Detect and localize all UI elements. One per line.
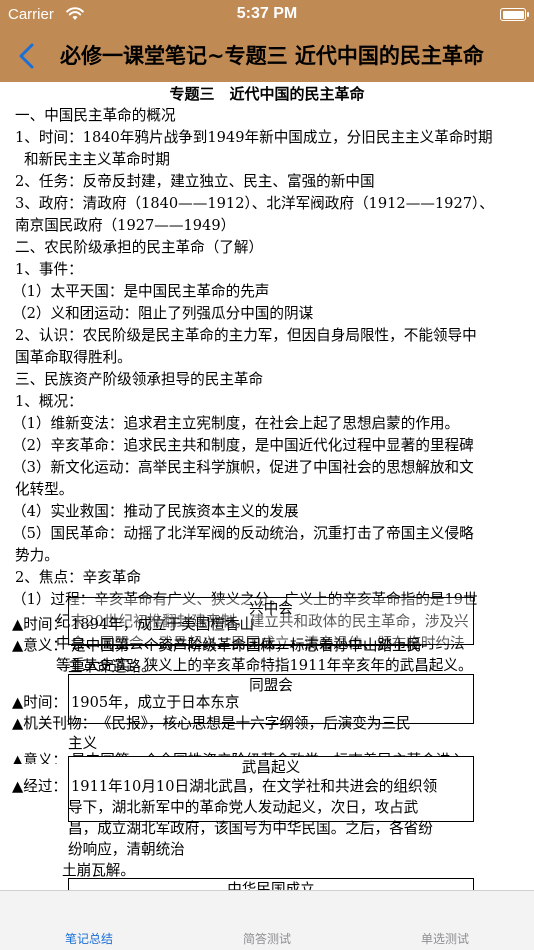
tab-single-choice-test[interactable]: 单选测试 — [356, 891, 534, 950]
label: ▲时间： — [12, 616, 68, 633]
status-bar: Carrier 5:37 PM — [0, 0, 534, 30]
battery-icon — [500, 8, 529, 21]
wuchang-process-3: 昌，成立湖北军政府，该国号为中华民国。之后，各省纷 — [68, 820, 433, 837]
value: 1905年，成立于日本东京 — [71, 694, 240, 711]
text-line: 和新民主主义革命时期 — [24, 151, 170, 168]
text-line: 1、概况： — [15, 393, 83, 410]
text-line: （5）国民革命：动摇了北洋军阀的反动统治，沉重打击了帝国主义侵略 — [12, 525, 474, 542]
document-title: 专题三 近代中国的民主革命 — [169, 85, 365, 103]
text-line: 1、事件： — [15, 261, 83, 278]
text-line: 国革命取得胜利。 — [15, 349, 132, 366]
page-title: 必修一课堂笔记~专题三 近代中国的民主革命 — [60, 44, 484, 68]
value: 《民报》，核心思想是十六字纲领，后演变为三民 — [104, 715, 411, 732]
box-title: 中华民国成立 — [227, 881, 315, 890]
text-line: 2、任务：反帝反封建，建立独立、民主、富强的新中国 — [15, 173, 375, 190]
wuchang-process-2: 导下，湖北新军中的革命党人发动起义，次日，攻占武 — [68, 799, 419, 816]
text-line: 三、民族资产阶级领承担导的民主革命 — [15, 371, 264, 388]
text-line: （2）辛亥革命：追求民主共和制度，是中国近代化过程中显著的里程碑 — [12, 437, 474, 454]
text-line: 二、农民阶级承担的民主革命（了解） — [15, 239, 264, 256]
tab-label: 单选测试 — [420, 932, 469, 946]
text-line: 1、时间：1840年鸦片战争到1949年新中国成立，分旧民主主义革命时期 — [15, 129, 493, 146]
status-time: 5:37 PM — [236, 5, 298, 22]
value: 1894年，成立于美国檀香山 — [71, 616, 255, 633]
text-line: （1）维新变法：追求君主立宪制度，在社会上起了思想启蒙的作用。 — [12, 415, 460, 432]
roc-founding-box: 中华民国成立 — [68, 878, 474, 890]
navigation-bar: 必修一课堂笔记~专题三 近代中国的民主革命 — [0, 30, 534, 82]
text-line: 南京国民政府（1927——1949） — [15, 217, 236, 234]
label: ▲意义： — [12, 637, 68, 654]
chevron-left-icon — [19, 43, 34, 69]
tongmenghui-time: ▲时间： 1905年，成立于日本东京 — [12, 692, 240, 714]
xingzhonghui-time: ▲时间： 1894年，成立于美国檀香山 — [12, 614, 254, 636]
text-line: （3）新文化运动：高举民主科学旗帜，促进了中国社会的思想解放和文 — [12, 459, 474, 476]
label: ▲时间： — [12, 694, 68, 711]
tab-bar: 笔记总结 简答测试 单选测试 — [0, 890, 534, 950]
text-line: 3、政府：清政府（1840——1912）、北洋军阀政府（1912——1927）、 — [15, 195, 494, 212]
label: ▲机关刊物： — [12, 715, 97, 732]
label: ▲经过： — [12, 778, 68, 795]
tab-label: 简答测试 — [242, 932, 291, 946]
notes-content[interactable]: 专题三 近代中国的民主革命 一、中国民主革命的概况 1、时间：1840年鸦片战争… — [0, 82, 534, 890]
value: 1911年10月10日湖北武昌，在文学社和共进会的组织领 — [71, 778, 438, 795]
tab-notes-summary[interactable]: 笔记总结 — [0, 891, 178, 950]
text-line: 2、认识：农民阶级是民主革命的主力军，但因自身局限性，不能领导中 — [15, 327, 477, 344]
text-line: 化转型。 — [15, 481, 74, 498]
text-line: 2、焦点：辛亥革命 — [15, 569, 142, 586]
text-line: （4）实业救国：推动了民族资本主义的发展 — [12, 503, 299, 520]
back-button[interactable] — [12, 40, 42, 72]
text-line: 一、中国民主革命的概况 — [15, 107, 176, 124]
value: 是中国第一个资产阶级革命团体，标志着孙中山踏上民 — [71, 637, 422, 654]
xingzhonghui-meaning: ▲意义： 是中国第一个资产阶级革命团体，标志着孙中山踏上民 — [12, 635, 421, 657]
tab-short-answer-test[interactable]: 简答测试 — [178, 891, 356, 950]
wuchang-process-4: 纷响应，清朝统治 — [68, 841, 185, 858]
text-line: 势力。 — [15, 547, 59, 564]
wuchang-process: ▲经过： 1911年10月10日湖北武昌，在文学社和共进会的组织领 — [12, 776, 437, 798]
tab-label: 笔记总结 — [64, 932, 113, 946]
tongmenghui-org: ▲机关刊物： 《民报》，核心思想是十六字纲领，后演变为三民 — [12, 713, 411, 735]
text-line: （2）义和团运动：阻止了列强瓜分中国的阴谋 — [12, 305, 314, 322]
label: ▲意义： — [12, 752, 68, 764]
text-line: （1）太平天国：是中国民主革命的先声 — [12, 283, 270, 300]
